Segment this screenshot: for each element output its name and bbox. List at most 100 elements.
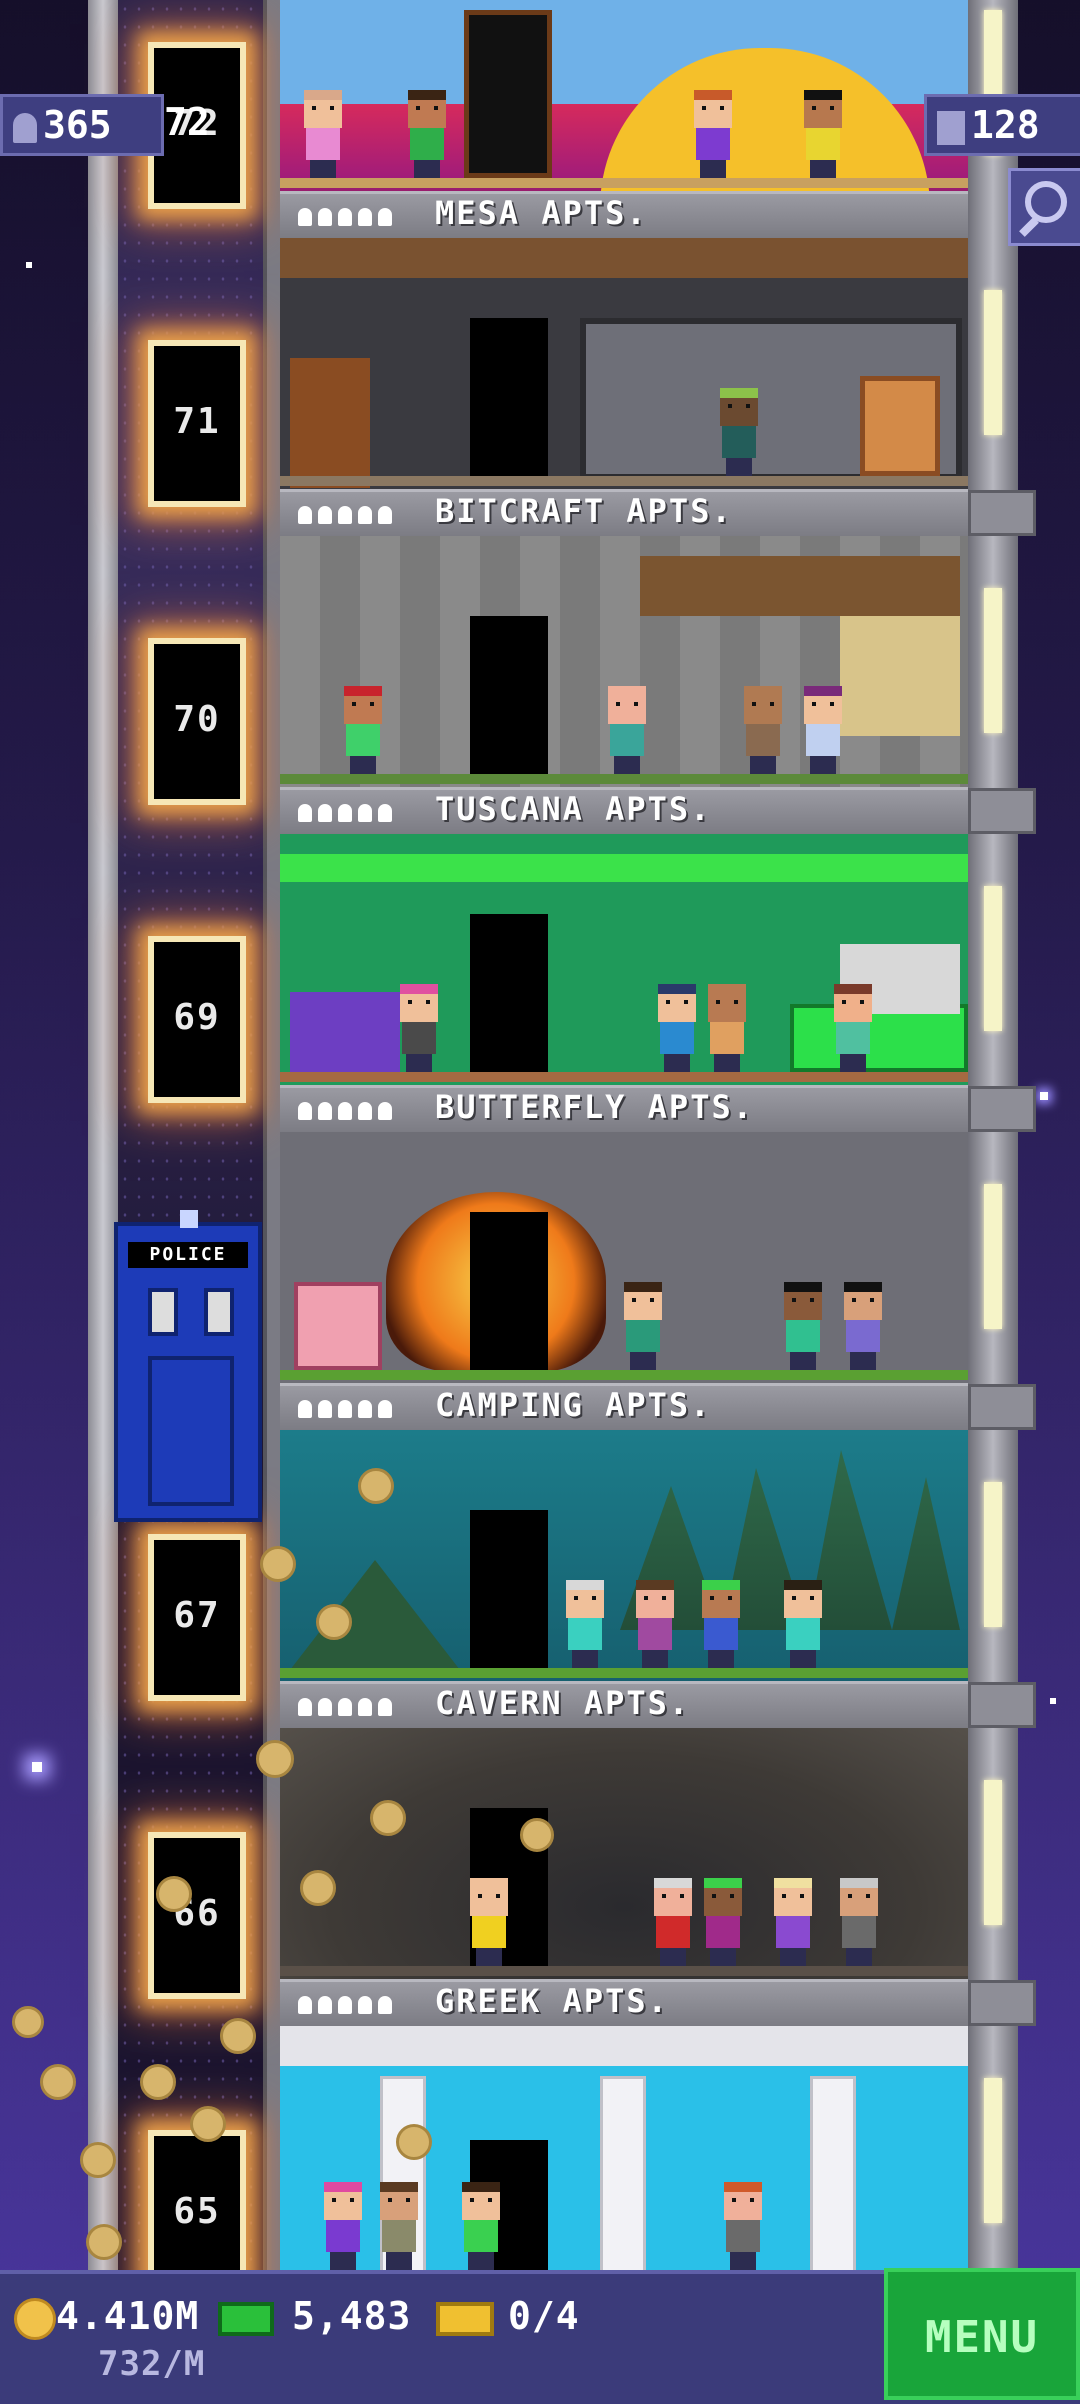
resident[interactable] <box>740 686 786 774</box>
resident[interactable] <box>800 90 846 178</box>
floor-number: 67 <box>173 1595 221 1636</box>
resident[interactable] <box>716 388 762 476</box>
coin-icon[interactable] <box>396 2124 432 2160</box>
floor-butterfly-apts[interactable]: BUTTERFLY APTS. <box>280 834 968 1132</box>
resident[interactable] <box>466 1878 512 1966</box>
tower-light <box>984 1482 1002 1627</box>
resident[interactable] <box>704 984 750 1072</box>
lamp-icon <box>180 1210 198 1228</box>
floor-tuscana-apts[interactable]: TUSCANA APTS. <box>280 536 968 834</box>
coin-icon[interactable] <box>358 1468 394 1504</box>
tower-joint <box>968 1384 1036 1430</box>
coin-balance[interactable]: 4.410M <box>56 2294 199 2338</box>
floor-name: TUSCANA APTS. <box>435 790 712 828</box>
occupancy-icons <box>298 1400 392 1418</box>
coin-icon[interactable] <box>316 1604 352 1640</box>
bux-balance[interactable]: 5,483 <box>292 2294 411 2338</box>
coin-icon[interactable] <box>520 1818 554 1852</box>
tower-light <box>984 588 1002 733</box>
resident[interactable] <box>720 2182 766 2270</box>
apartment-door[interactable] <box>470 1510 548 1668</box>
resident[interactable] <box>698 1580 744 1668</box>
occupancy-icons <box>298 1996 392 2014</box>
floor-name: GREEK APTS. <box>435 1982 669 2020</box>
elevator-portal-69[interactable]: 69 <box>148 936 246 1103</box>
resident[interactable] <box>770 1878 816 1966</box>
resident[interactable] <box>404 90 450 178</box>
resident[interactable] <box>320 2182 366 2270</box>
floor-number: 69 <box>173 997 221 1038</box>
search-icon <box>1025 181 1067 223</box>
room-floor <box>280 1072 968 1082</box>
search-icon-handle <box>1019 217 1039 237</box>
coin-icon[interactable] <box>256 1740 294 1778</box>
star <box>32 1762 42 1772</box>
room-floor <box>280 178 968 188</box>
floor-greek-apts[interactable]: GREEK APTS. <box>280 1728 968 2026</box>
floor-greek-interior[interactable] <box>280 2026 968 2270</box>
menu-label: MENU <box>925 2312 1039 2363</box>
resident[interactable] <box>780 1282 826 1370</box>
floor-number: 71 <box>173 401 221 442</box>
coin-icon[interactable] <box>220 2018 256 2054</box>
coin-icon[interactable] <box>370 1800 406 1836</box>
coin-icon[interactable] <box>40 2064 76 2100</box>
resident[interactable] <box>780 1580 826 1668</box>
coin-icon[interactable] <box>80 2142 116 2178</box>
menu-button[interactable]: MENU <box>884 2268 1080 2400</box>
floor-mesa-apts[interactable]: MESA APTS. <box>280 0 968 238</box>
resident[interactable] <box>458 2182 504 2270</box>
resident[interactable] <box>700 1878 746 1966</box>
floor-bitcraft-apts[interactable]: BITCRAFT APTS. <box>280 238 968 536</box>
apartment-door[interactable] <box>464 10 552 178</box>
coin-icon[interactable] <box>12 2006 44 2038</box>
resident[interactable] <box>300 90 346 178</box>
elevator-portal-71[interactable]: 71 <box>148 340 246 507</box>
population-badge[interactable]: 365 <box>0 94 164 156</box>
floor-name: BUTTERFLY APTS. <box>435 1088 754 1126</box>
floors-badge[interactable]: 128 <box>924 94 1080 156</box>
resident[interactable] <box>376 2182 422 2270</box>
resident[interactable] <box>840 1282 886 1370</box>
apartment-door[interactable] <box>470 914 548 1072</box>
apartment-door[interactable] <box>470 616 548 774</box>
resident[interactable] <box>690 90 736 178</box>
resident[interactable] <box>562 1580 608 1668</box>
resident[interactable] <box>604 686 650 774</box>
coin-icon[interactable] <box>156 1876 192 1912</box>
population-count: 365 <box>43 103 112 147</box>
search-button[interactable] <box>1008 168 1080 246</box>
resident[interactable] <box>340 686 386 774</box>
resident[interactable] <box>650 1878 696 1966</box>
tower-light <box>984 290 1002 435</box>
ticket-count[interactable]: 0/4 <box>508 2294 580 2338</box>
resident[interactable] <box>632 1580 678 1668</box>
elevator-portal-70[interactable]: 70 <box>148 638 246 805</box>
purple-sofa <box>290 992 400 1072</box>
elevator-portal-67[interactable]: 67 <box>148 1534 246 1701</box>
star <box>1040 1092 1048 1100</box>
apartment-door[interactable] <box>470 318 548 476</box>
ceiling-trim <box>280 854 968 882</box>
bux-icon <box>218 2302 274 2336</box>
coin-icon[interactable] <box>190 2106 226 2142</box>
resident[interactable] <box>800 686 846 774</box>
floor-name: CAMPING APTS. <box>435 1386 712 1424</box>
floor-label-bar: GREEK APTS. <box>280 1979 968 2026</box>
coin-icon[interactable] <box>300 1870 336 1906</box>
coin-icon[interactable] <box>260 1546 296 1582</box>
resident[interactable] <box>830 984 876 1072</box>
coin-icon[interactable] <box>140 2064 176 2100</box>
elevator-car-police-box[interactable]: POLICE <box>114 1210 262 1522</box>
window <box>148 1288 178 1336</box>
resident[interactable] <box>620 1282 666 1370</box>
tower-joint <box>968 1980 1036 2026</box>
elevator-portal-66[interactable]: 66 <box>148 1832 246 1999</box>
room-floor <box>280 1966 968 1976</box>
floor-camping-apts[interactable]: CAMPING APTS. <box>280 1132 968 1430</box>
resident[interactable] <box>396 984 442 1072</box>
resident[interactable] <box>654 984 700 1072</box>
coin-icon[interactable] <box>86 2224 122 2260</box>
resident[interactable] <box>836 1878 882 1966</box>
apartment-door[interactable] <box>470 1212 548 1370</box>
